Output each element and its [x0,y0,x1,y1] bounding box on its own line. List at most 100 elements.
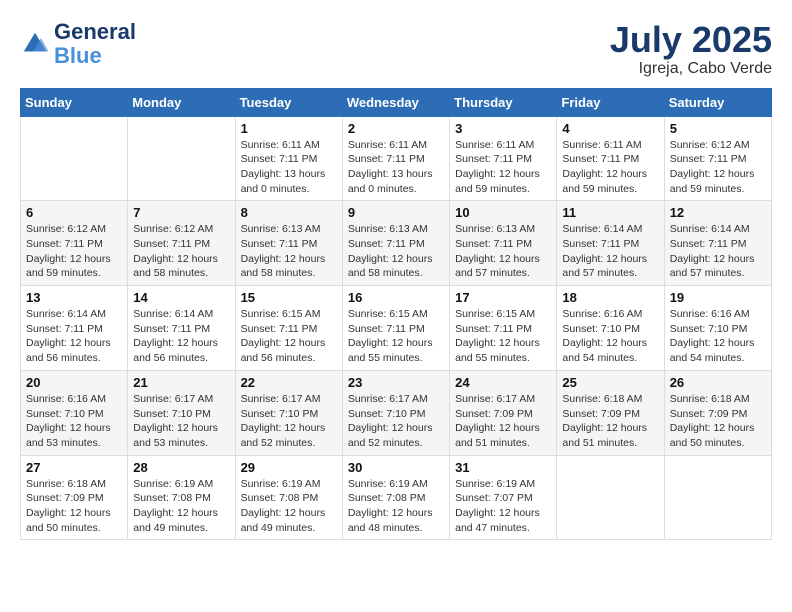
logo-line1: General [54,20,136,44]
calendar-cell: 2 Sunrise: 6:11 AM Sunset: 7:11 PM Daylig… [342,116,449,201]
calendar-week-5: 27 Sunrise: 6:18 AM Sunset: 7:09 PM Dayli… [21,455,772,540]
day-number: 26 [670,375,766,390]
weekday-header-tuesday: Tuesday [235,88,342,116]
day-number: 11 [562,205,658,220]
day-number: 10 [455,205,551,220]
weekday-header-sunday: Sunday [21,88,128,116]
day-info: Sunrise: 6:14 AM Sunset: 7:11 PM Dayligh… [670,222,766,281]
day-number: 12 [670,205,766,220]
day-info: Sunrise: 6:15 AM Sunset: 7:11 PM Dayligh… [455,307,551,366]
calendar-week-4: 20 Sunrise: 6:16 AM Sunset: 7:10 PM Dayli… [21,370,772,455]
day-info: Sunrise: 6:19 AM Sunset: 7:07 PM Dayligh… [455,477,551,536]
day-info: Sunrise: 6:12 AM Sunset: 7:11 PM Dayligh… [133,222,229,281]
calendar-cell: 27 Sunrise: 6:18 AM Sunset: 7:09 PM Dayli… [21,455,128,540]
day-info: Sunrise: 6:17 AM Sunset: 7:10 PM Dayligh… [348,392,444,451]
calendar-week-2: 6 Sunrise: 6:12 AM Sunset: 7:11 PM Daylig… [21,201,772,286]
day-number: 29 [241,460,337,475]
calendar-cell: 26 Sunrise: 6:18 AM Sunset: 7:09 PM Dayli… [664,370,771,455]
day-number: 19 [670,290,766,305]
calendar-week-3: 13Sunrise: 6:14 AM Sunset: 7:11 PM Dayli… [21,286,772,371]
day-number: 3 [455,121,551,136]
day-number: 28 [133,460,229,475]
calendar-cell: 13Sunrise: 6:14 AM Sunset: 7:11 PM Dayli… [21,286,128,371]
day-number: 15 [241,290,337,305]
calendar-cell: 5Sunrise: 6:12 AM Sunset: 7:11 PM Daylig… [664,116,771,201]
day-info: Sunrise: 6:16 AM Sunset: 7:10 PM Dayligh… [670,307,766,366]
calendar-cell: 19 Sunrise: 6:16 AM Sunset: 7:10 PM Dayli… [664,286,771,371]
day-number: 7 [133,205,229,220]
weekday-header-wednesday: Wednesday [342,88,449,116]
day-info: Sunrise: 6:16 AM Sunset: 7:10 PM Dayligh… [26,392,122,451]
day-number: 27 [26,460,122,475]
calendar-cell: 1 Sunrise: 6:11 AM Sunset: 7:11 PM Daylig… [235,116,342,201]
weekday-header-friday: Friday [557,88,664,116]
calendar-cell: 11 Sunrise: 6:14 AM Sunset: 7:11 PM Dayli… [557,201,664,286]
day-number: 17 [455,290,551,305]
weekday-header-thursday: Thursday [450,88,557,116]
day-info: Sunrise: 6:13 AM Sunset: 7:11 PM Dayligh… [241,222,337,281]
day-info: Sunrise: 6:15 AM Sunset: 7:11 PM Dayligh… [241,307,337,366]
calendar-cell: 16 Sunrise: 6:15 AM Sunset: 7:11 PM Dayli… [342,286,449,371]
day-info: Sunrise: 6:19 AM Sunset: 7:08 PM Dayligh… [348,477,444,536]
logo: General Blue [20,20,136,68]
calendar-cell: 3 Sunrise: 6:11 AM Sunset: 7:11 PM Daylig… [450,116,557,201]
weekday-header-monday: Monday [128,88,235,116]
month-title: July 2025 [610,20,772,60]
day-number: 24 [455,375,551,390]
logo-icon [20,29,50,59]
calendar-cell: 12 Sunrise: 6:14 AM Sunset: 7:11 PM Dayli… [664,201,771,286]
day-number: 25 [562,375,658,390]
calendar-cell: 17 Sunrise: 6:15 AM Sunset: 7:11 PM Dayli… [450,286,557,371]
day-info: Sunrise: 6:11 AM Sunset: 7:11 PM Dayligh… [455,138,551,197]
calendar-cell: 14 Sunrise: 6:14 AM Sunset: 7:11 PM Dayli… [128,286,235,371]
day-info: Sunrise: 6:11 AM Sunset: 7:11 PM Dayligh… [348,138,444,197]
calendar-cell [128,116,235,201]
day-number: 9 [348,205,444,220]
calendar-cell: 22 Sunrise: 6:17 AM Sunset: 7:10 PM Dayli… [235,370,342,455]
location-subtitle: Igreja, Cabo Verde [610,60,772,78]
day-number: 23 [348,375,444,390]
day-info: Sunrise: 6:19 AM Sunset: 7:08 PM Dayligh… [133,477,229,536]
day-number: 30 [348,460,444,475]
calendar-cell: 7 Sunrise: 6:12 AM Sunset: 7:11 PM Daylig… [128,201,235,286]
calendar-cell: 9Sunrise: 6:13 AM Sunset: 7:11 PM Daylig… [342,201,449,286]
calendar-cell: 21Sunrise: 6:17 AM Sunset: 7:10 PM Dayli… [128,370,235,455]
day-number: 14 [133,290,229,305]
calendar-cell: 24Sunrise: 6:17 AM Sunset: 7:09 PM Dayli… [450,370,557,455]
calendar-cell: 6Sunrise: 6:12 AM Sunset: 7:11 PM Daylig… [21,201,128,286]
title-block: July 2025 Igreja, Cabo Verde [610,20,772,78]
day-number: 8 [241,205,337,220]
day-info: Sunrise: 6:14 AM Sunset: 7:11 PM Dayligh… [562,222,658,281]
calendar-cell [664,455,771,540]
day-number: 6 [26,205,122,220]
day-info: Sunrise: 6:13 AM Sunset: 7:11 PM Dayligh… [455,222,551,281]
calendar-cell: 29Sunrise: 6:19 AM Sunset: 7:08 PM Dayli… [235,455,342,540]
day-number: 22 [241,375,337,390]
day-number: 4 [562,121,658,136]
day-info: Sunrise: 6:11 AM Sunset: 7:11 PM Dayligh… [562,138,658,197]
day-number: 18 [562,290,658,305]
day-info: Sunrise: 6:18 AM Sunset: 7:09 PM Dayligh… [26,477,122,536]
day-number: 1 [241,121,337,136]
day-info: Sunrise: 6:14 AM Sunset: 7:11 PM Dayligh… [26,307,122,366]
day-info: Sunrise: 6:11 AM Sunset: 7:11 PM Dayligh… [241,138,337,197]
weekday-header-saturday: Saturday [664,88,771,116]
calendar-cell: 31Sunrise: 6:19 AM Sunset: 7:07 PM Dayli… [450,455,557,540]
day-info: Sunrise: 6:18 AM Sunset: 7:09 PM Dayligh… [670,392,766,451]
day-info: Sunrise: 6:16 AM Sunset: 7:10 PM Dayligh… [562,307,658,366]
logo-line2: Blue [54,44,136,68]
calendar-cell: 20 Sunrise: 6:16 AM Sunset: 7:10 PM Dayli… [21,370,128,455]
calendar-header-row: SundayMondayTuesdayWednesdayThursdayFrid… [21,88,772,116]
calendar-cell: 28 Sunrise: 6:19 AM Sunset: 7:08 PM Dayli… [128,455,235,540]
day-info: Sunrise: 6:17 AM Sunset: 7:10 PM Dayligh… [241,392,337,451]
calendar-cell: 23 Sunrise: 6:17 AM Sunset: 7:10 PM Dayli… [342,370,449,455]
day-number: 5 [670,121,766,136]
calendar-table: SundayMondayTuesdayWednesdayThursdayFrid… [20,88,772,541]
page-header: General Blue July 2025 Igreja, Cabo Verd… [20,20,772,78]
day-number: 16 [348,290,444,305]
day-info: Sunrise: 6:15 AM Sunset: 7:11 PM Dayligh… [348,307,444,366]
day-number: 20 [26,375,122,390]
calendar-cell: 4 Sunrise: 6:11 AM Sunset: 7:11 PM Daylig… [557,116,664,201]
day-number: 2 [348,121,444,136]
day-info: Sunrise: 6:14 AM Sunset: 7:11 PM Dayligh… [133,307,229,366]
